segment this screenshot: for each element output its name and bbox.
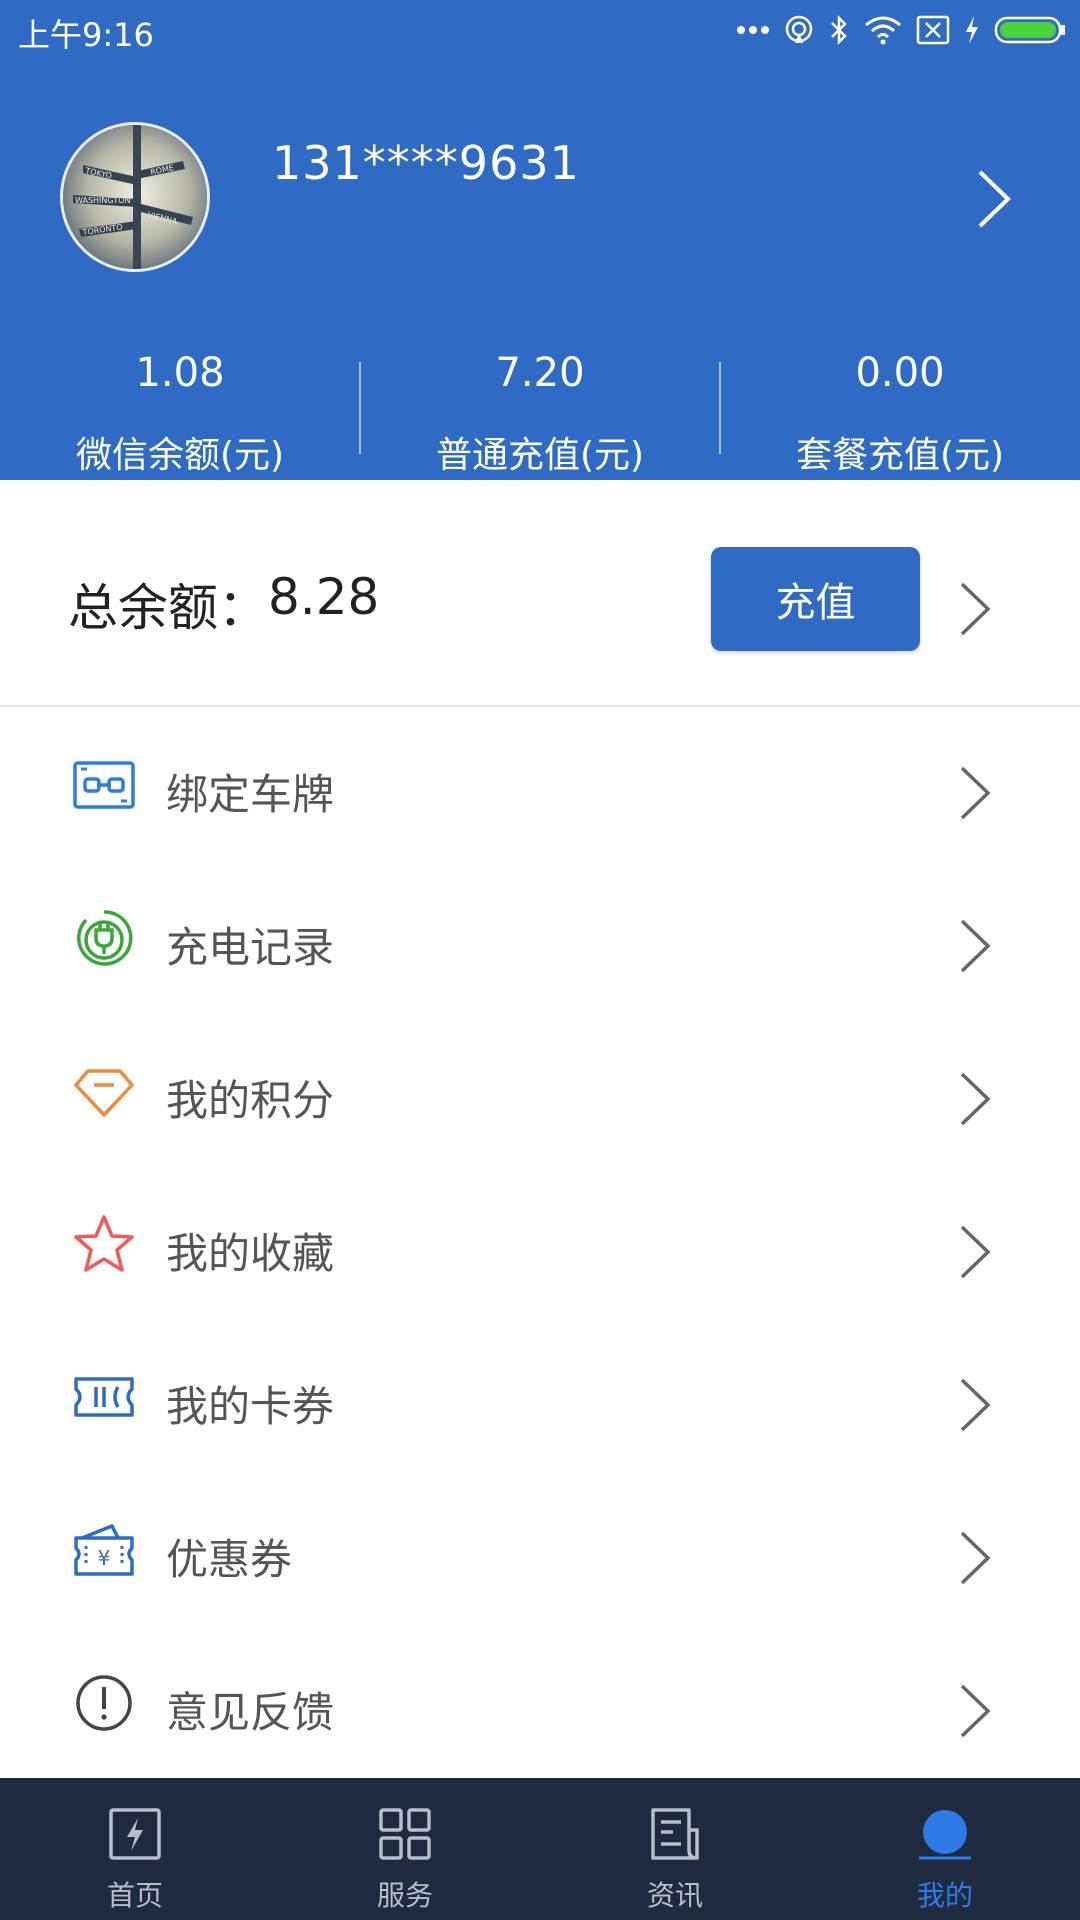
chevron-right-icon	[960, 1225, 991, 1279]
plate-binding-icon	[73, 761, 135, 809]
stat-normal-recharge[interactable]: 7.20 普通充值(元)	[360, 340, 720, 480]
star-icon	[74, 1215, 134, 1272]
menu-label: 优惠券	[166, 1535, 293, 1584]
stat-value: 0.00	[855, 350, 945, 396]
stat-label: 套餐充值(元)	[795, 435, 1005, 476]
menu-item-coupons[interactable]: ¥ 优惠券	[0, 1472, 1080, 1625]
status-bar: 上午9:16	[0, 0, 1080, 60]
total-balance-value: 8.28	[268, 568, 380, 626]
menu-list: 绑定车牌 充电记录 我的积分 我的收藏 我的卡券 ¥ 优惠券 意见反馈	[0, 707, 1080, 1778]
coupon-icon: ¥	[74, 1524, 134, 1576]
bottom-tab-bar: 首页 服务 资讯 我的	[0, 1778, 1080, 1920]
svg-text:¥: ¥	[98, 1546, 111, 1570]
profile-chevron-right-icon[interactable]	[976, 168, 1012, 230]
tab-news[interactable]: 资讯	[540, 1778, 810, 1920]
avatar[interactable]: TOKYO ROME WASHINGTON VIENNA TORONTO	[60, 122, 210, 272]
menu-item-bind-plate[interactable]: 绑定车牌	[0, 707, 1080, 860]
chevron-right-icon	[960, 1531, 991, 1585]
chevron-right-icon	[960, 919, 991, 973]
tab-home[interactable]: 首页	[0, 1778, 270, 1920]
chevron-right-icon	[960, 1072, 991, 1126]
exclamation-circle-icon	[76, 1675, 132, 1731]
balance-chevron-right-icon[interactable]	[958, 580, 992, 638]
menu-label: 我的卡券	[166, 1382, 335, 1431]
profile-circle-icon	[919, 1810, 971, 1860]
menu-item-my-cards[interactable]: 我的卡券	[0, 1319, 1080, 1472]
total-balance-row: 总余额： 8.28 充值	[0, 480, 1080, 706]
status-icons	[736, 12, 1066, 48]
menu-item-my-points[interactable]: 我的积分	[0, 1013, 1080, 1166]
menu-label: 我的积分	[166, 1076, 335, 1125]
chevron-right-icon	[960, 1378, 991, 1432]
stat-package-recharge[interactable]: 0.00 套餐充值(元)	[720, 340, 1080, 480]
wifi-icon	[865, 16, 901, 45]
menu-label: 充电记录	[166, 923, 335, 972]
tab-mine[interactable]: 我的	[810, 1778, 1080, 1920]
avatar-image: TOKYO ROME WASHINGTON VIENNA TORONTO	[63, 125, 207, 269]
tab-label: 资讯	[646, 1879, 703, 1912]
total-balance-label: 总余额：	[68, 579, 268, 637]
menu-label: 我的收藏	[166, 1229, 335, 1278]
grid-icon	[379, 1808, 431, 1860]
more-dots-icon	[737, 26, 769, 34]
stat-value: 1.08	[135, 350, 225, 396]
recharge-button[interactable]: 充值	[711, 547, 920, 651]
tab-label: 我的	[916, 1879, 973, 1912]
balance-stats: 1.08 微信余额(元) 7.20 普通充值(元) 0.00 套餐充值(元)	[0, 340, 1080, 480]
status-time: 上午9:16	[18, 16, 154, 54]
tab-label: 首页	[106, 1879, 163, 1912]
profile-header: 上午9:16 TOKYO ROME WASHINGTON VIENNA TORO…	[0, 0, 1080, 480]
battery-icon	[994, 16, 1065, 44]
chevron-right-icon	[960, 1684, 991, 1738]
document-icon	[651, 1808, 699, 1860]
user-phone[interactable]: 131****9631	[272, 136, 580, 190]
lightning-box-icon	[109, 1808, 161, 1860]
menu-label: 意见反馈	[166, 1688, 335, 1737]
stat-divider	[719, 362, 721, 454]
stat-wechat-balance[interactable]: 1.08 微信余额(元)	[0, 340, 360, 480]
stat-label: 普通充值(元)	[435, 435, 645, 476]
charging-plug-icon	[77, 910, 133, 966]
menu-label: 绑定车牌	[166, 770, 335, 819]
tab-services[interactable]: 服务	[270, 1778, 540, 1920]
svg-text:WASHINGTON: WASHINGTON	[75, 196, 130, 205]
ticket-icon	[74, 1377, 134, 1417]
stat-label: 微信余额(元)	[75, 435, 285, 476]
diamond-icon	[74, 1069, 134, 1117]
chevron-right-icon	[960, 766, 991, 820]
menu-item-my-favorites[interactable]: 我的收藏	[0, 1166, 1080, 1319]
bluetooth-icon	[831, 15, 847, 45]
stat-divider	[359, 362, 361, 454]
menu-item-charging-records[interactable]: 充电记录	[0, 860, 1080, 1013]
sim-off-icon	[916, 15, 950, 45]
menu-item-feedback[interactable]: 意见反馈	[0, 1625, 1080, 1778]
charging-icon	[966, 16, 978, 44]
stat-value: 7.20	[495, 350, 585, 396]
tab-label: 服务	[376, 1879, 433, 1912]
hotspot-icon	[785, 15, 813, 43]
